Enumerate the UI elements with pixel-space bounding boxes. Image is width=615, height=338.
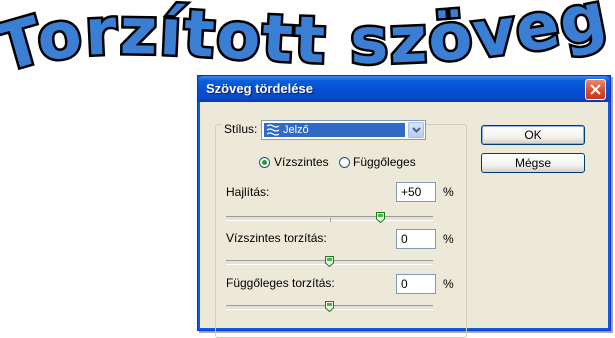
bend-slider-thumb[interactable] <box>376 212 385 223</box>
dropdown-button[interactable] <box>408 122 424 138</box>
bend-unit: % <box>443 185 454 199</box>
style-label: Stílus: <box>222 122 260 136</box>
flag-style-icon <box>266 124 280 136</box>
horizontal-distortion-unit: % <box>443 232 454 246</box>
close-icon <box>590 84 601 95</box>
horizontal-radio[interactable] <box>259 157 270 168</box>
vertical-label: Függőleges <box>353 155 416 169</box>
settings-group: Stílus: Jelző Vízszintes Függőleges Hajl… <box>215 120 467 338</box>
title-bar[interactable]: Szöveg tördelése <box>198 76 610 102</box>
ok-button[interactable]: OK <box>481 125 585 145</box>
horizontal-distortion-slider-thumb[interactable] <box>325 256 334 267</box>
bend-label: Hajlítás: <box>226 185 270 199</box>
bend-slider-center-tick <box>330 218 331 222</box>
vertical-radio[interactable] <box>339 157 350 168</box>
vertical-distortion-input[interactable]: 0 <box>396 274 436 294</box>
style-selected: Jelző <box>264 123 405 137</box>
vertical-distortion-label: Függőleges torzítás: <box>226 276 335 290</box>
vertical-distortion-slider-thumb[interactable] <box>325 301 334 312</box>
cancel-button[interactable]: Mégse <box>481 153 585 173</box>
dialog-body: Stílus: Jelző Vízszintes Függőleges Hajl… <box>201 102 607 338</box>
bend-input[interactable]: +50 <box>396 182 436 202</box>
dialog-title: Szöveg tördelése <box>206 81 313 96</box>
style-select[interactable]: Jelző <box>261 120 426 140</box>
horizontal-label: Vízszintes <box>274 155 329 169</box>
style-value: Jelző <box>283 124 309 136</box>
vertical-distortion-unit: % <box>443 277 454 291</box>
banner-text: Torzított szöveg <box>0 0 614 87</box>
horizontal-distortion-label: Vízszintes torzítás: <box>226 231 327 245</box>
horizontal-distortion-input[interactable]: 0 <box>396 229 436 249</box>
close-button[interactable] <box>585 79 606 100</box>
text-wrap-dialog: Szöveg tördelése Stílus: Jelző Vízszinte… <box>197 75 611 338</box>
chevron-down-icon <box>411 127 421 133</box>
